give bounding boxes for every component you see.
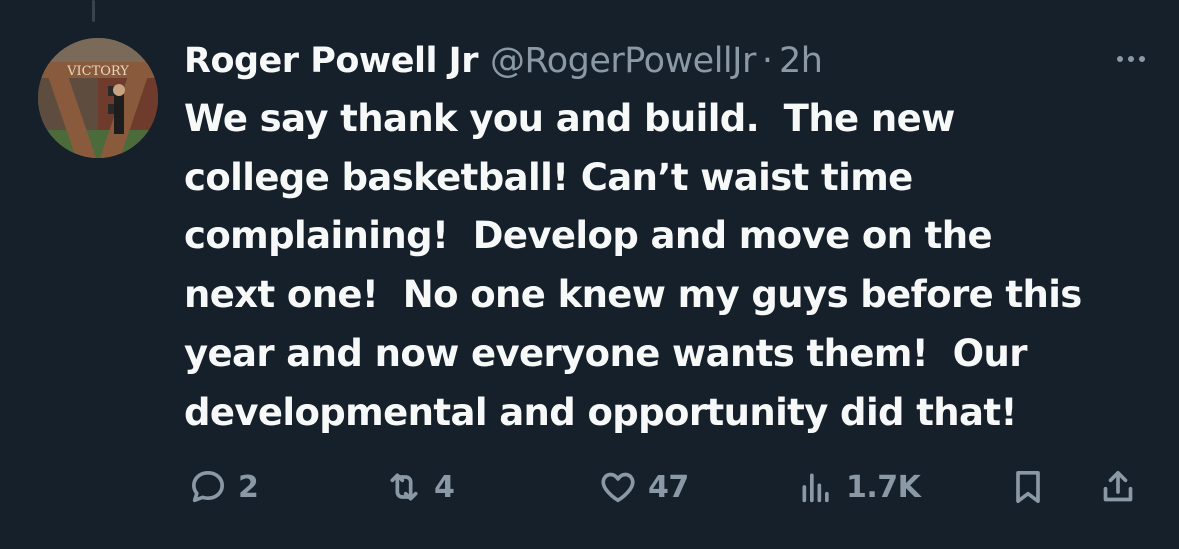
views-button[interactable]: 1.7K xyxy=(796,462,921,512)
separator-dot: · xyxy=(761,41,773,81)
tweet-header: Roger Powell Jr @RogerPowellJr · 2h xyxy=(184,36,823,86)
repost-count: 4 xyxy=(434,469,455,505)
display-name[interactable]: Roger Powell Jr xyxy=(184,41,478,81)
reply-button[interactable]: 2 xyxy=(188,462,259,512)
like-count: 47 xyxy=(648,469,689,505)
share-button[interactable] xyxy=(1098,462,1138,512)
heart-icon xyxy=(601,472,635,503)
analytics-bars-icon xyxy=(802,473,829,503)
bookmark-icon xyxy=(1016,471,1040,503)
bookmark-button[interactable] xyxy=(1008,462,1048,512)
more-horizontal-icon[interactable] xyxy=(1107,44,1155,74)
action-bar: 2 4 47 1.7K xyxy=(184,462,1154,512)
reply-count: 2 xyxy=(238,469,259,505)
repost-arrows-icon xyxy=(390,473,418,501)
views-count: 1.7K xyxy=(846,469,921,505)
like-button[interactable]: 47 xyxy=(598,462,689,512)
repost-button[interactable]: 4 xyxy=(384,462,455,512)
share-upload-icon xyxy=(1103,471,1133,502)
user-handle[interactable]: @RogerPowellJr xyxy=(490,41,756,81)
timestamp[interactable]: 2h xyxy=(779,41,823,81)
thread-connector-line xyxy=(92,0,95,22)
avatar-sign-text: VICTORY xyxy=(66,64,129,79)
reply-bubble-icon xyxy=(192,471,225,503)
avatar[interactable]: VICTORY xyxy=(38,38,158,158)
tweet-text: We say thank you and build. The new coll… xyxy=(184,97,1082,434)
